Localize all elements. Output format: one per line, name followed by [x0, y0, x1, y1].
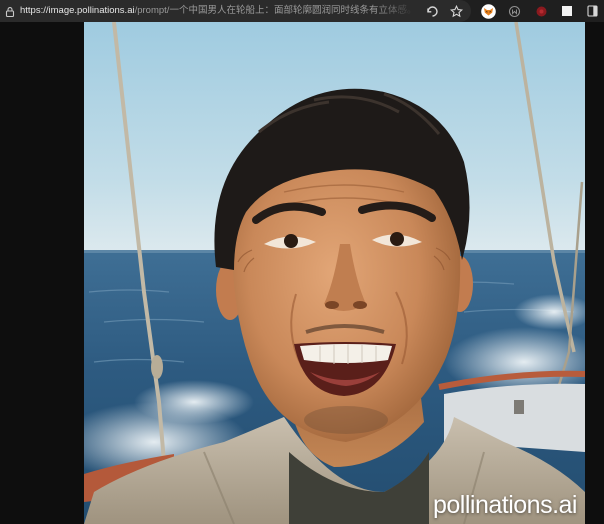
red-extension-icon[interactable] — [533, 3, 549, 19]
share-icon[interactable] — [424, 3, 440, 19]
right-background — [585, 22, 604, 524]
metamask-fox-icon[interactable] — [480, 3, 496, 19]
browser-toolbar: https://image.pollinations.ai/prompt/一个中… — [0, 0, 604, 22]
site-info-icon[interactable] — [4, 5, 16, 18]
extension-icon[interactable] — [506, 3, 522, 19]
generated-image[interactable]: pollinations.ai — [84, 22, 585, 524]
square-extension-icon[interactable] — [559, 3, 575, 19]
pollinations-watermark: pollinations.ai — [433, 491, 578, 519]
left-background — [0, 22, 84, 524]
bookmark-star-icon[interactable] — [448, 3, 464, 19]
url-path: /prompt/一个中国男人在轮船上：面部轮廓圆润同时线条有立体感。笑容自然..… — [134, 5, 415, 16]
url-host: https://image.pollinations.ai — [20, 5, 135, 16]
url-text[interactable]: https://image.pollinations.ai/prompt/一个中… — [20, 0, 415, 22]
address-bar[interactable]: https://image.pollinations.ai/prompt/一个中… — [0, 0, 471, 22]
sidebar-icon[interactable] — [584, 3, 600, 19]
man-on-boat-illustration — [84, 22, 585, 524]
